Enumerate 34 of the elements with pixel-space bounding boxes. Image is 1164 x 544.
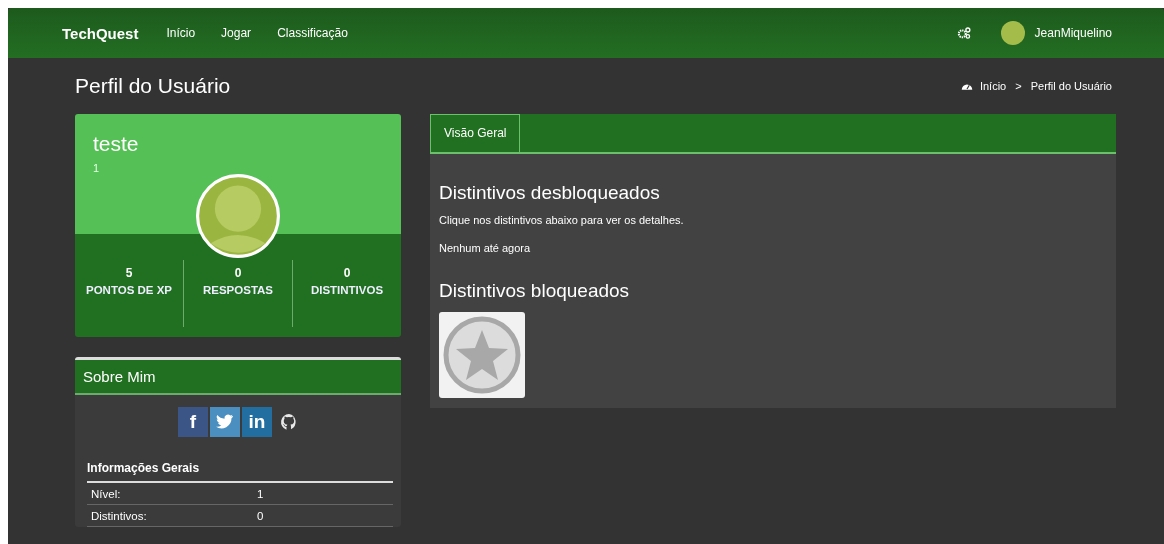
stat-value: 5 bbox=[124, 266, 134, 280]
hint-text: Clique nos distintivos abaixo para ver os detalhes. bbox=[439, 214, 685, 226]
section-title: Distintivos bloqueados bbox=[439, 280, 631, 302]
nav-link[interactable]: Jogar bbox=[221, 26, 252, 40]
tab[interactable]: Visão Geral bbox=[430, 114, 521, 152]
profile-name: teste bbox=[93, 132, 140, 156]
page-title: Perfil do Usuário bbox=[75, 74, 231, 98]
facebook-link[interactable]: f bbox=[178, 407, 208, 437]
stat-label: PONTOS DE XP bbox=[84, 283, 174, 298]
brand-link[interactable]: TechQuest bbox=[62, 24, 139, 42]
stat-value: 0 bbox=[233, 266, 243, 280]
breadcrumb-separator: > bbox=[1015, 80, 1022, 92]
info-label: Nível: bbox=[90, 487, 122, 500]
info-label: Distintivos: bbox=[90, 509, 148, 522]
github-icon[interactable] bbox=[280, 413, 298, 431]
user-menu-link[interactable]: JeanMiquelino bbox=[1034, 26, 1112, 40]
breadcrumb-link[interactable]: Início bbox=[979, 80, 1007, 92]
stat-label: DISTINTIVOS bbox=[309, 283, 385, 298]
star-badge-icon[interactable] bbox=[439, 312, 525, 398]
nav-link[interactable]: Início bbox=[166, 26, 196, 40]
settings-icon[interactable] bbox=[956, 27, 971, 39]
section-title: Distintivos desbloqueados bbox=[439, 182, 661, 204]
info-title: Informações Gerais bbox=[87, 461, 393, 483]
stat-value: 0 bbox=[342, 266, 352, 280]
empty-text: Nenhum até agora bbox=[439, 242, 532, 254]
info-value: 0 bbox=[257, 509, 264, 522]
user-avatar[interactable] bbox=[1000, 21, 1025, 45]
linkedin-link[interactable]: in bbox=[242, 407, 272, 437]
profile-level: 1 bbox=[93, 162, 101, 174]
info-value: 1 bbox=[257, 487, 264, 500]
nav-link[interactable]: Classificação bbox=[277, 26, 348, 40]
bird-icon[interactable] bbox=[210, 407, 240, 437]
about-title: Sobre Mim bbox=[75, 360, 401, 395]
stat-label: RESPOSTAS bbox=[201, 283, 275, 298]
